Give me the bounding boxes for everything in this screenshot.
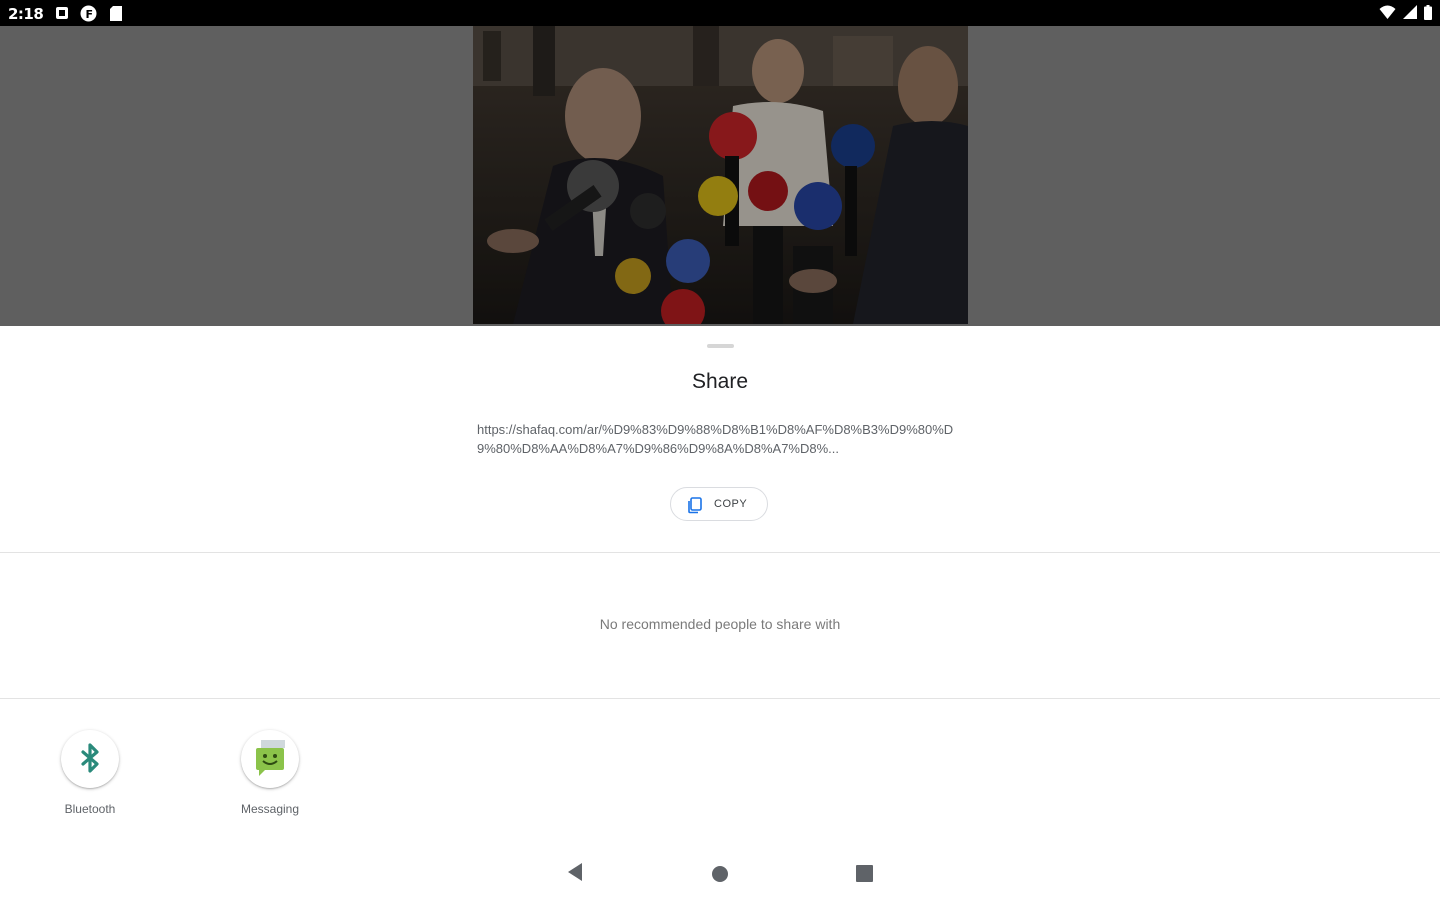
svg-text:F: F	[86, 8, 94, 21]
status-bar: 2:18 F	[0, 0, 1440, 26]
status-time: 2:18	[8, 5, 44, 23]
home-icon[interactable]	[711, 865, 729, 888]
screen: 2:18 F Share https://shafaq.com/ar/%D9%8…	[0, 0, 1440, 900]
share-target-bluetooth[interactable]: Bluetooth	[40, 730, 140, 820]
copy-button[interactable]: COPY	[670, 487, 768, 521]
messaging-icon	[241, 730, 299, 788]
status-right-icons	[1379, 5, 1432, 21]
battery-icon	[1424, 5, 1432, 25]
back-icon[interactable]	[566, 862, 584, 887]
bluetooth-icon	[61, 730, 119, 788]
drag-handle[interactable]	[707, 344, 734, 348]
navigation-bar	[0, 846, 1440, 900]
share-target-messaging[interactable]: Messaging	[220, 730, 320, 820]
app-notification-icon: F	[80, 5, 97, 27]
share-title: Share	[691, 370, 749, 393]
cell-signal-icon	[1402, 5, 1417, 25]
copy-label: COPY	[714, 498, 748, 510]
app-label-bluetooth: Bluetooth	[64, 802, 116, 816]
copy-icon	[686, 496, 704, 519]
recents-icon[interactable]	[856, 865, 873, 887]
notification-icon	[55, 6, 69, 25]
press-conference-photo	[473, 26, 968, 324]
share-url-text: https://shafaq.com/ar/%D9%83%D9%88%D8%B1…	[477, 422, 954, 456]
divider	[0, 552, 1440, 553]
app-label-messaging: Messaging	[240, 802, 300, 816]
share-sheet: Share https://shafaq.com/ar/%D9%83%D9%88…	[0, 326, 1440, 900]
divider	[0, 698, 1440, 699]
wifi-icon	[1379, 5, 1396, 25]
no-recommended-people-text: No recommended people to share with	[599, 616, 841, 632]
sd-card-icon	[110, 6, 122, 26]
